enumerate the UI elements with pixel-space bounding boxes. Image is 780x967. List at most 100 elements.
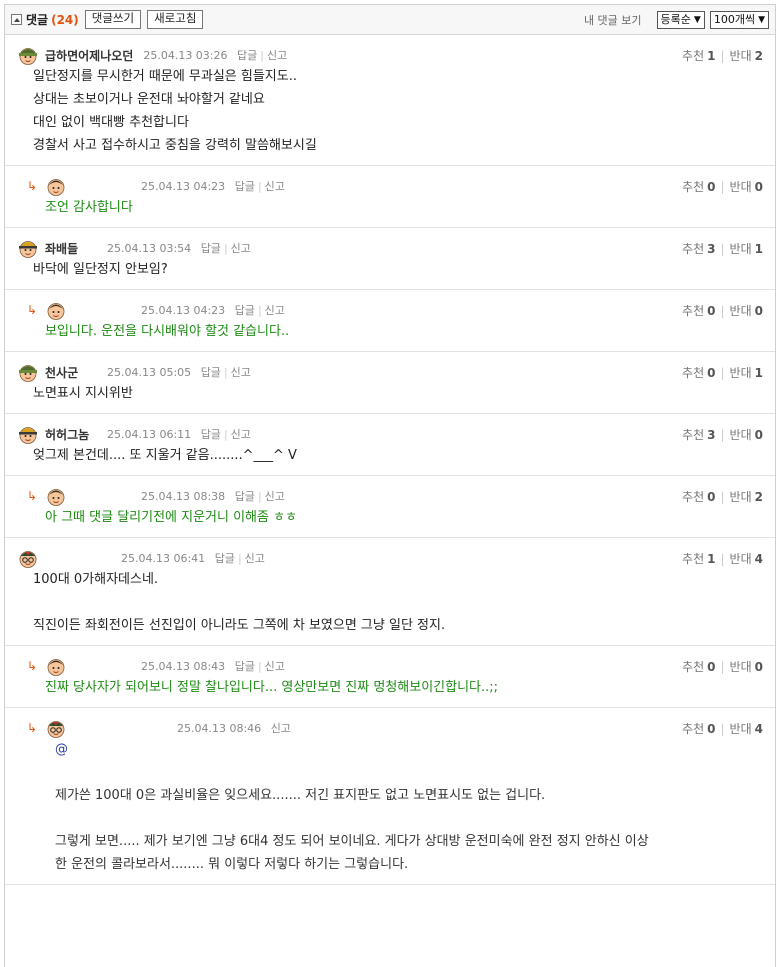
reply-arrow-icon: ↳ (27, 303, 38, 317)
comment-line: 엊그제 본건데.... 또 지울거 같음........^___^ V (33, 448, 297, 463)
per-page-select-value: 100개씩 (713, 13, 756, 26)
comment-body: 노면표시 지시위반 (17, 382, 775, 405)
upvote-button[interactable]: 추천 0 (682, 722, 715, 736)
glasses-avatar-icon[interactable] (45, 717, 73, 739)
reply-link[interactable]: 답글 (235, 490, 255, 503)
author-nick[interactable]: 허허그놈 (45, 426, 97, 443)
report-link[interactable]: 신고 (265, 490, 285, 503)
upvote-button[interactable]: 추천 1 (682, 552, 715, 566)
sort-select[interactable]: 등록순 ▼ (656, 11, 705, 29)
downvote-button[interactable]: 반대 4 (730, 552, 763, 566)
separator (194, 242, 198, 255)
boy-avatar-icon[interactable] (45, 485, 73, 507)
upvote-button[interactable]: 추천 3 (682, 428, 715, 442)
downvote-button[interactable]: 반대 2 (730, 49, 763, 63)
downvote-button[interactable]: 반대 0 (730, 180, 763, 194)
report-link[interactable]: 신고 (245, 552, 265, 565)
refresh-button[interactable]: 새로고침 (147, 10, 204, 29)
comment-header: 급하면어제나오던 25.04.13 03:26 답글 | 신고 (17, 45, 775, 65)
comment-section: 댓글 (24) 댓글쓰기 새로고침 내 댓글 보기 등록순 ▼ 100개씩 ▼ 급하… (4, 4, 776, 967)
downvote-button[interactable]: 반대 2 (730, 490, 763, 504)
green-helmet-avatar-icon[interactable] (17, 44, 45, 66)
comment-date: 25.04.13 04:23 (141, 180, 226, 193)
reply-arrow-icon: ↳ (27, 489, 38, 503)
write-comment-button[interactable]: 댓글쓰기 (84, 10, 142, 29)
boy-avatar-icon[interactable] (45, 175, 73, 197)
comment-line: 그렇게 보면..... 제가 보기엔 그냥 6대4 정도 되어 보이네요. 게다… (55, 834, 649, 849)
downvote-button[interactable]: 반대 0 (730, 304, 763, 318)
report-link[interactable]: 신고 (265, 304, 285, 317)
comment-list: 급하면어제나오던 25.04.13 03:26 답글 | 신고 추천 1 | 반대 2 일단정지를… (5, 35, 775, 885)
reply-link[interactable]: 답글 (235, 304, 255, 317)
comment-date: 25.04.13 06:11 (107, 428, 192, 441)
separator: | (720, 304, 725, 318)
upvote-button[interactable]: 추천 0 (682, 180, 715, 194)
vote-box: 추천 3 | 반대 0 (682, 426, 763, 443)
reply-link[interactable]: 답글 (201, 428, 221, 441)
collapse-toggle-icon[interactable] (11, 14, 22, 25)
soldier-avatar-icon[interactable] (17, 361, 45, 383)
report-link[interactable]: 신고 (271, 722, 291, 735)
report-link[interactable]: 신고 (267, 49, 287, 62)
reply-link[interactable]: 답글 (215, 552, 235, 565)
separator: | (237, 552, 242, 565)
report-link[interactable]: 신고 (231, 366, 251, 379)
comment-line: 조언 감사합니다 (45, 200, 133, 215)
reply-link[interactable]: 답글 (237, 49, 257, 62)
reply-link[interactable]: 답글 (201, 366, 221, 379)
downvote-button[interactable]: 반대 0 (730, 660, 763, 674)
comment-header: ↳ 25.04.13 08:46 신고 (27, 717, 775, 739)
separator: | (720, 180, 725, 194)
separator: | (720, 366, 725, 380)
upvote-button[interactable]: 추천 0 (682, 660, 715, 674)
sort-select-value: 등록순 (660, 13, 691, 26)
upvote-button[interactable]: 추천 0 (682, 490, 715, 504)
author-nick[interactable]: 좌배들 (45, 240, 97, 257)
separator (231, 49, 235, 62)
vote-box: 추천 3 | 반대 1 (682, 240, 763, 257)
upvote-button[interactable]: 추천 3 (682, 242, 715, 256)
comment-body: 진짜 당사자가 되어보니 정말 찰나입니다... 영상만보면 진짜 멍청해보이긴… (29, 676, 775, 699)
mention-text[interactable]: @ (55, 738, 775, 761)
report-link[interactable]: 신고 (265, 180, 285, 193)
reply-link[interactable]: 답글 (201, 242, 221, 255)
downvote-button[interactable]: 반대 4 (730, 722, 763, 736)
report-link[interactable]: 신고 (231, 242, 251, 255)
boy-avatar-icon[interactable] (45, 655, 73, 677)
report-link[interactable]: 신고 (231, 428, 251, 441)
upvote-button[interactable]: 추천 1 (682, 49, 715, 63)
chevron-down-icon: ▼ (693, 15, 701, 25)
comment-meta: 25.04.13 08:38 답글 | 신고 (141, 488, 285, 504)
hardhat-avatar-icon[interactable] (17, 237, 45, 259)
separator: | (223, 366, 228, 379)
comment-body: 아 그때 댓글 달리기전에 지운거니 이해좀 ㅎㅎ (29, 506, 775, 529)
separator (264, 722, 268, 735)
author-nick[interactable]: 천사군 (45, 364, 97, 381)
upvote-button[interactable]: 추천 0 (682, 366, 715, 380)
downvote-button[interactable]: 반대 0 (730, 428, 763, 442)
my-comments-link[interactable]: 내 댓글 보기 (584, 12, 642, 28)
comment-header: ↳ 25.04.13 04:23 답글 | 신고 (27, 175, 775, 197)
comment-header: 허허그놈 25.04.13 06:11 답글 | 신고 (17, 424, 775, 444)
vote-box: 추천 1 | 반대 4 (682, 550, 763, 567)
upvote-button[interactable]: 추천 0 (682, 304, 715, 318)
separator: | (260, 49, 264, 62)
comment-header: ↳ 25.04.13 08:38 답글 | 신고 (27, 485, 775, 507)
vote-box: 추천 0 | 반대 0 (682, 178, 763, 195)
comment-line: 진짜 당사자가 되어보니 정말 찰나입니다... 영상만보면 진짜 멍청해보이긴… (45, 680, 499, 695)
comment-line: 제가쓴 100대 0은 과실비율은 잊으세요....... 저긴 표지판도 없고… (55, 788, 546, 803)
boy-avatar-icon[interactable] (45, 299, 73, 321)
hardhat-avatar-icon[interactable] (17, 423, 45, 445)
comment-line: 100대 0가해자데스네. (33, 572, 159, 587)
glasses-avatar-icon[interactable] (17, 547, 45, 569)
reply-link[interactable]: 답글 (235, 180, 255, 193)
report-link[interactable]: 신고 (265, 660, 285, 673)
downvote-button[interactable]: 반대 1 (730, 242, 763, 256)
comment-meta: 25.04.13 08:43 답글 | 신고 (141, 658, 285, 674)
comment-header: 좌배들 25.04.13 03:54 답글 | 신고 (17, 238, 775, 258)
separator (194, 366, 198, 379)
author-nick[interactable]: 급하면어제나오던 (45, 47, 133, 64)
downvote-button[interactable]: 반대 1 (730, 366, 763, 380)
reply-link[interactable]: 답글 (235, 660, 255, 673)
per-page-select[interactable]: 100개씩 ▼ (709, 11, 769, 29)
